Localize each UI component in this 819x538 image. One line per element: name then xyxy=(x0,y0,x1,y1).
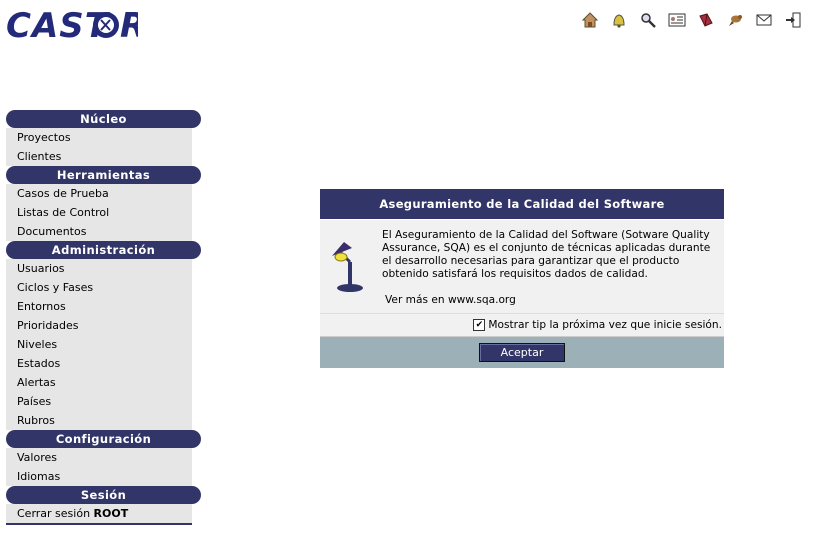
sidebar-item-ciclos-y-fases[interactable]: Ciclos y Fases xyxy=(6,278,192,297)
lamp-icon xyxy=(330,238,368,294)
section-administracion: Usuarios Ciclos y Fases Entornos Priorid… xyxy=(6,259,192,430)
show-tip-row: ✔ Mostrar tip la próxima vez que inicie … xyxy=(320,314,724,337)
sidebar-item-niveles[interactable]: Niveles xyxy=(6,335,192,354)
sidebar-item-entornos[interactable]: Entornos xyxy=(6,297,192,316)
sidebar-item-cerrar-sesion[interactable]: Cerrar sesión ROOT xyxy=(6,504,192,523)
castor-logo: CAST R xyxy=(6,4,146,46)
sidebar-item-idiomas[interactable]: Idiomas xyxy=(6,467,192,486)
book-icon[interactable] xyxy=(696,10,716,30)
dialog-body: El Aseguramiento de la Calidad del Softw… xyxy=(320,219,724,314)
section-configuracion-header: Configuración xyxy=(6,430,201,448)
section-administracion-header: Administración xyxy=(6,241,201,259)
sqa-link[interactable]: Ver más en www.sqa.org xyxy=(385,294,516,306)
section-configuracion: Valores Idiomas xyxy=(6,448,192,486)
bell-icon[interactable] xyxy=(609,10,629,30)
dialog-footer: Aceptar xyxy=(320,337,724,368)
section-nucleo-header: Núcleo xyxy=(6,110,201,128)
sidebar-item-documentos[interactable]: Documentos xyxy=(6,222,192,241)
accept-button[interactable]: Aceptar xyxy=(479,343,565,362)
sidebar-item-paises[interactable]: Países xyxy=(6,392,192,411)
section-herramientas: Casos de Prueba Listas de Control Docume… xyxy=(6,184,192,241)
sidebar-item-alertas[interactable]: Alertas xyxy=(6,373,192,392)
sidebar-item-usuarios[interactable]: Usuarios xyxy=(6,259,192,278)
sidebar-item-rubros[interactable]: Rubros xyxy=(6,411,192,430)
sidebar-item-casos-de-prueba[interactable]: Casos de Prueba xyxy=(6,184,192,203)
dialog-title: Aseguramiento de la Calidad del Software xyxy=(320,189,724,219)
logout-label: Cerrar sesión xyxy=(17,507,91,520)
dialog-description: El Aseguramiento de la Calidad del Softw… xyxy=(382,229,711,280)
sidebar-item-estados[interactable]: Estados xyxy=(6,354,192,373)
show-tip-checkbox[interactable]: ✔ xyxy=(473,319,486,331)
tip-dialog: Aseguramiento de la Calidad del Software… xyxy=(320,189,724,368)
id-card-icon[interactable] xyxy=(667,10,687,30)
sidebar-item-clientes[interactable]: Clientes xyxy=(6,147,192,166)
section-sesion-header: Sesión xyxy=(6,486,201,504)
show-tip-label: Mostrar tip la próxima vez que inicie se… xyxy=(488,319,722,331)
sidebar-item-listas-de-control[interactable]: Listas de Control xyxy=(6,203,192,222)
beaver-icon[interactable] xyxy=(725,10,745,30)
toolbar xyxy=(580,10,803,30)
sidebar-item-valores[interactable]: Valores xyxy=(6,448,192,467)
mail-icon[interactable] xyxy=(754,10,774,30)
logout-username: ROOT xyxy=(93,507,129,520)
sidebar-item-prioridades[interactable]: Prioridades xyxy=(6,316,192,335)
sidebar-menu: Núcleo Proyectos Clientes Herramientas C… xyxy=(6,110,201,525)
sidebar-item-proyectos[interactable]: Proyectos xyxy=(6,128,192,147)
section-nucleo: Proyectos Clientes xyxy=(6,128,192,166)
search-icon[interactable] xyxy=(638,10,658,30)
svg-text:R: R xyxy=(120,6,138,42)
logout-icon[interactable] xyxy=(783,10,803,30)
home-icon[interactable] xyxy=(580,10,600,30)
section-herramientas-header: Herramientas xyxy=(6,166,201,184)
section-sesion: Cerrar sesión ROOT xyxy=(6,504,192,525)
